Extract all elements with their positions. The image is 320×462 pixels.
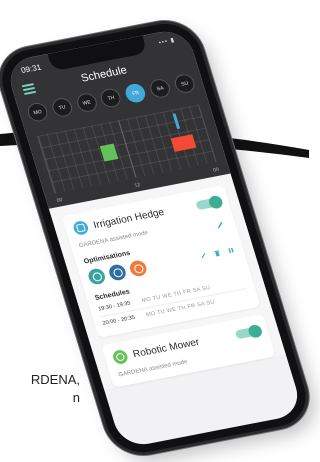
timeline-tick-mid: 12 [133,182,142,189]
day-tu[interactable]: TU [49,96,75,119]
day-sa[interactable]: SA [148,77,173,100]
timeline-block-irrigation[interactable] [170,134,197,152]
pause-icon[interactable] [226,246,236,255]
mower-icon [111,348,130,366]
device-toggle[interactable] [234,323,264,339]
page-caption: RDENA, n [0,371,80,407]
wind-icon[interactable] [86,267,107,286]
caption-line-1: RDENA, [30,372,80,387]
timeline-tick-start: 00 [56,197,64,205]
caption-line-2: n [72,390,80,405]
delete-icon[interactable] [212,248,222,257]
rain-icon[interactable] [107,263,128,282]
schedule-days: MO TU WE TH FR SA SU [145,299,216,319]
edit-icon[interactable] [198,251,208,260]
device-toggle[interactable] [195,194,224,210]
device-card-irrigation[interactable]: Irrigation Hedge GARDENA assisted mode O… [61,184,261,338]
valve-icon [71,219,90,236]
day-su[interactable]: SU [172,72,197,95]
day-th[interactable]: TH [98,86,124,109]
day-fr[interactable]: FR [123,82,148,105]
status-time: 09:31 [19,62,43,76]
schedule-actions [198,246,236,261]
day-mo[interactable]: MO [25,101,50,124]
day-we[interactable]: WE [74,91,99,114]
sun-icon[interactable] [127,259,149,278]
timeline-block-mower[interactable] [99,143,119,162]
timeline-tick-end: 00 [212,166,220,174]
status-indicators: ••• ▮ [158,37,177,47]
timeline-now-marker [172,113,181,130]
timeline-midline [118,120,137,178]
